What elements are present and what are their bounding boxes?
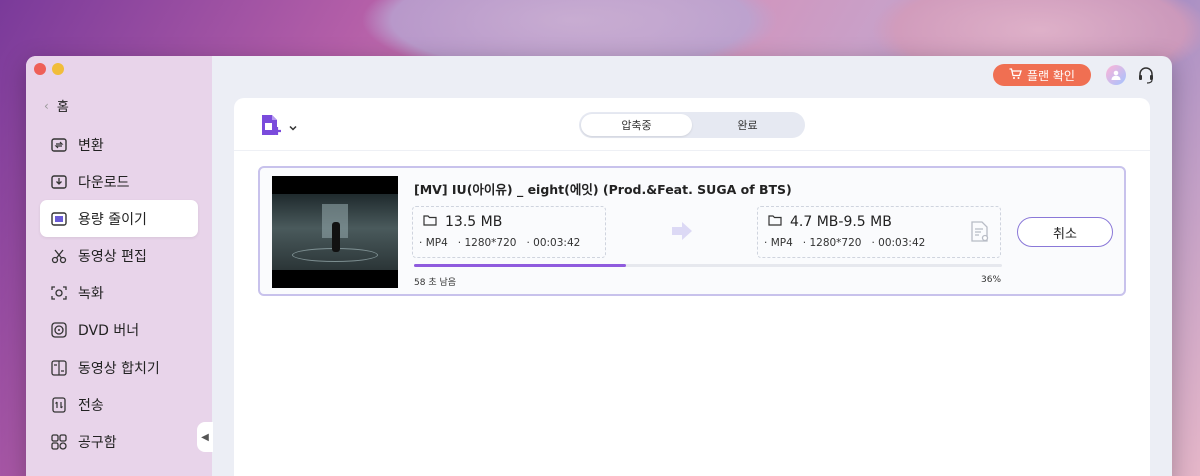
home-label: 홈 <box>56 100 69 115</box>
sidebar-item-record[interactable]: 녹화 <box>40 275 198 312</box>
sidebar-item-label: 다운로드 <box>78 174 130 191</box>
chevron-left-icon: ◀ <box>201 431 209 443</box>
target-duration: 00:03:42 <box>871 237 925 249</box>
avatar[interactable] <box>1106 65 1126 85</box>
sidebar-item-convert[interactable]: 변환 <box>40 126 198 163</box>
source-meta: MP4 1280*720 00:03:42 <box>419 237 581 249</box>
support-headset-icon[interactable] <box>1136 65 1156 85</box>
transfer-icon <box>50 396 68 414</box>
convert-icon <box>50 136 68 154</box>
source-format: MP4 <box>419 237 448 249</box>
sidebar-collapse-button[interactable]: ◀ <box>197 422 213 452</box>
minimize-window-button[interactable] <box>52 63 64 75</box>
sidebar-item-label: 공구함 <box>78 435 117 451</box>
sidebar-item-compress[interactable]: 용량 줄이기 <box>40 200 198 238</box>
cart-icon <box>1009 67 1022 83</box>
sidebar-item-label: 동영상 편집 <box>78 249 147 266</box>
app-window: ‹ 홈 변환 다운로드 용량 줄이기 동영상 편집 녹화 DVD 버너 동영상 … <box>26 56 1172 476</box>
target-meta: MP4 1280*720 00:03:42 <box>764 237 926 249</box>
chevron-left-icon: ‹ <box>44 98 49 113</box>
record-icon <box>50 284 68 302</box>
add-file-button[interactable] <box>258 112 298 142</box>
download-icon <box>50 173 68 191</box>
sidebar-item-label: 동영상 합치기 <box>78 360 160 377</box>
status-tabs: 압축중 완료 <box>579 112 805 138</box>
sidebar-item-label: 전송 <box>78 397 104 414</box>
sidebar-item-label: 변환 <box>78 137 104 154</box>
divider <box>234 150 1150 151</box>
sidebar-item-toolbox[interactable]: 공구함 <box>40 424 198 461</box>
progress-fill <box>414 264 626 267</box>
home-back-link[interactable]: ‹ 홈 <box>44 96 69 116</box>
scissors-icon <box>50 247 68 265</box>
source-size: 13.5 MB <box>445 214 503 230</box>
source-resolution: 1280*720 <box>458 237 516 249</box>
sidebar-item-transfer[interactable]: 전송 <box>40 386 198 423</box>
arrow-right-icon <box>670 221 696 245</box>
tab-compressing[interactable]: 압축중 <box>581 114 692 136</box>
chevron-down-icon <box>288 118 298 137</box>
sidebar-item-label: DVD 버너 <box>78 323 140 340</box>
target-format: MP4 <box>764 237 793 249</box>
target-info-box: 4.7 MB-9.5 MB MP4 1280*720 00:03:42 <box>757 206 1001 258</box>
toolbox-icon <box>50 433 68 451</box>
output-settings-icon[interactable] <box>970 221 990 247</box>
sidebar: ‹ 홈 변환 다운로드 용량 줄이기 동영상 편집 녹화 DVD 버너 동영상 … <box>26 56 213 476</box>
sidebar-item-dvd[interactable]: DVD 버너 <box>40 312 198 349</box>
compress-icon <box>50 210 68 228</box>
cancel-button[interactable]: 취소 <box>1017 217 1113 247</box>
remaining-time: 58 초 남음 <box>414 278 457 288</box>
video-thumbnail <box>272 176 398 288</box>
compress-task-card: [MV] IU(아이유) _ eight(에잇) (Prod.&Feat. SU… <box>258 166 1126 296</box>
target-resolution: 1280*720 <box>803 237 861 249</box>
plan-button-label: 플랜 확인 <box>1027 68 1075 83</box>
folder-icon <box>423 214 437 230</box>
sidebar-nav: 변환 다운로드 용량 줄이기 동영상 편집 녹화 DVD 버너 동영상 합치기 … <box>40 126 198 461</box>
folder-icon <box>768 214 782 230</box>
target-size: 4.7 MB-9.5 MB <box>790 214 892 230</box>
source-duration: 00:03:42 <box>526 237 580 249</box>
sidebar-item-label: 용량 줄이기 <box>78 211 147 228</box>
tab-completed[interactable]: 완료 <box>692 114 803 136</box>
sidebar-item-edit[interactable]: 동영상 편집 <box>40 238 198 275</box>
sidebar-item-label: 녹화 <box>78 286 104 303</box>
merge-icon <box>50 359 68 377</box>
main-panel: 압축중 완료 [MV] IU(아이유) _ eight(에잇) (Prod.&F… <box>234 98 1150 476</box>
sidebar-item-download[interactable]: 다운로드 <box>40 163 198 200</box>
source-info-box: 13.5 MB MP4 1280*720 00:03:42 <box>412 206 606 258</box>
progress-bar <box>414 264 1002 267</box>
plan-check-button[interactable]: 플랜 확인 <box>993 64 1091 86</box>
add-file-icon <box>258 112 284 142</box>
sidebar-item-merge[interactable]: 동영상 합치기 <box>40 349 198 386</box>
progress-percent: 36% <box>981 275 1002 285</box>
close-window-button[interactable] <box>34 63 46 75</box>
disc-icon <box>50 321 68 339</box>
video-title: [MV] IU(아이유) _ eight(에잇) (Prod.&Feat. SU… <box>414 182 792 197</box>
window-controls <box>34 63 64 75</box>
